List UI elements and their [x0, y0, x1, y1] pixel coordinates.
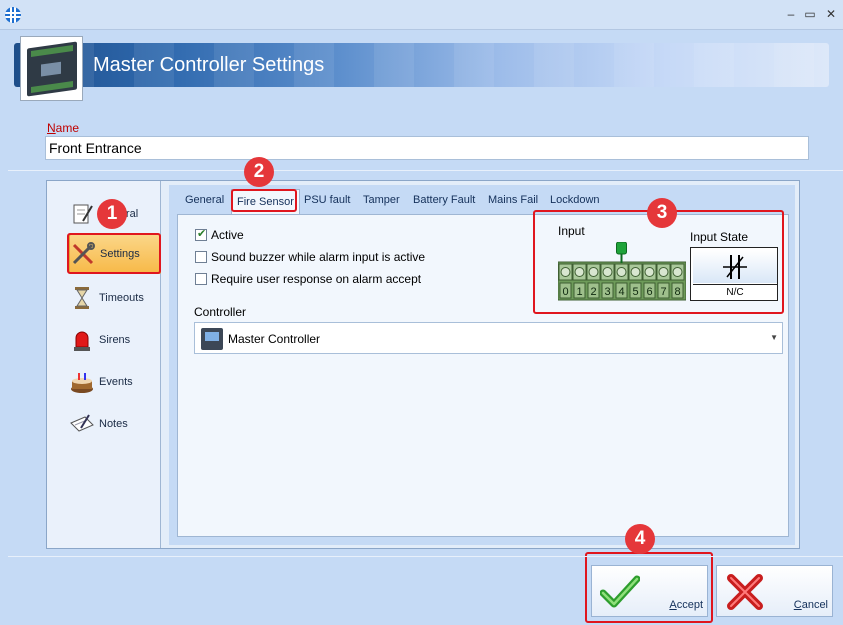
require-response-checkbox-row[interactable]: Require user response on alarm accept [195, 272, 421, 286]
red-x-icon [727, 574, 763, 610]
nav-item-events[interactable]: Events [69, 362, 161, 402]
divider [8, 170, 843, 171]
callout-number-2: 2 [244, 157, 274, 187]
buzzer-checkbox[interactable] [195, 251, 207, 263]
page-title: Master Controller Settings [93, 54, 325, 76]
callout-number-3: 3 [647, 198, 677, 228]
tab-lockdown[interactable]: Lockdown [550, 194, 600, 206]
controller-label: Controller [194, 305, 247, 319]
maximize-button[interactable]: ▭ [802, 8, 818, 20]
buzzer-label: Sound buzzer while alarm input is active [211, 250, 426, 264]
buzzer-checkbox-row[interactable]: Sound buzzer while alarm input is active [195, 250, 425, 264]
close-button[interactable]: ✕ [823, 8, 839, 20]
callout-box-settings [67, 233, 161, 274]
nav-label-notes: Notes [99, 418, 128, 430]
nav-label-timeouts: Timeouts [99, 292, 144, 304]
accept-button[interactable]: Accept [591, 565, 708, 617]
divider [8, 556, 843, 557]
controller-value: Master Controller [228, 332, 321, 346]
active-label: Active [211, 228, 244, 242]
chevron-down-icon[interactable]: ▼ [770, 333, 778, 342]
window-titlebar: – ▭ ✕ [0, 0, 843, 30]
tab-mains-fail[interactable]: Mains Fail [488, 194, 538, 206]
callout-number-4: 4 [625, 524, 655, 554]
require-response-checkbox[interactable] [195, 273, 207, 285]
accept-label: Accept [669, 599, 703, 611]
callout-box-fire-sensor-tab [231, 189, 297, 212]
active-checkbox[interactable] [195, 227, 207, 241]
siren-icon [69, 327, 95, 353]
minimize-button[interactable]: – [783, 8, 799, 20]
controller-select[interactable]: Master Controller ▼ [194, 322, 783, 354]
controller-icon [201, 328, 223, 350]
nav-item-timeouts[interactable]: Timeouts [69, 278, 161, 318]
nav-item-notes[interactable]: Notes [69, 404, 161, 444]
nav-item-sirens[interactable]: Sirens [69, 320, 161, 360]
header-banner: Master Controller Settings [14, 43, 829, 87]
checkmark-icon [600, 575, 640, 608]
active-checkbox-row[interactable]: Active [195, 227, 244, 242]
app-globe-icon [5, 7, 21, 23]
cancel-label: Cancel [793, 599, 828, 611]
require-response-label: Require user response on alarm accept [211, 272, 422, 286]
hourglass-icon [69, 285, 95, 311]
nav-label-events: Events [99, 376, 133, 388]
name-input[interactable] [45, 136, 809, 160]
name-label: Name [47, 121, 80, 135]
document-pencil-icon [69, 201, 95, 227]
tab-tamper[interactable]: Tamper [363, 194, 400, 206]
cake-icon [69, 369, 95, 395]
tab-general[interactable]: General [185, 194, 224, 206]
controller-board-icon [20, 36, 83, 101]
nav-label-sirens: Sirens [99, 334, 131, 346]
tab-battery-fault[interactable]: Battery Fault [413, 194, 475, 206]
cancel-button[interactable]: Cancel [716, 565, 833, 617]
callout-number-1: 1 [97, 199, 127, 229]
notepad-icon [69, 411, 95, 437]
tab-psu-fault[interactable]: PSU fault [304, 194, 350, 206]
